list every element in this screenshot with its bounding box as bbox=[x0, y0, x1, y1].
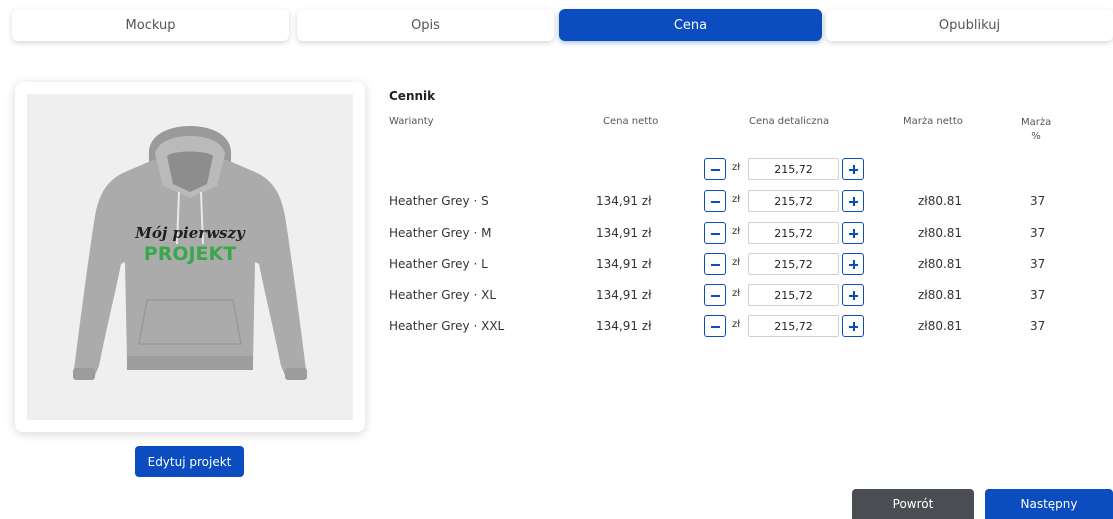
step-tabs: Mockup Opis Cena Opublikuj bbox=[0, 0, 1113, 50]
bulk-price-input[interactable] bbox=[748, 158, 839, 180]
print-text-line2: PROJEKT bbox=[144, 243, 236, 265]
row-net-margin: zł80.81 bbox=[918, 257, 963, 271]
tab-opublikuj[interactable]: Opublikuj bbox=[826, 9, 1113, 41]
row-net-margin: zł80.81 bbox=[918, 319, 963, 333]
row-net-price: 134,91 zł bbox=[596, 257, 652, 271]
row-currency: zł bbox=[732, 226, 741, 237]
row-net-margin: zł80.81 bbox=[918, 288, 963, 302]
row-variant: Heather Grey · XL bbox=[389, 288, 497, 302]
row-variant: Heather Grey · XXL bbox=[389, 319, 505, 333]
header-net-margin: Marża netto bbox=[903, 116, 963, 127]
next-button[interactable]: Następny bbox=[985, 489, 1113, 519]
row-decrease-button[interactable] bbox=[704, 190, 726, 212]
row-decrease-button[interactable] bbox=[704, 253, 726, 275]
row-increase-button[interactable] bbox=[842, 284, 864, 306]
row-decrease-button[interactable] bbox=[704, 222, 726, 244]
row-increase-button[interactable] bbox=[842, 222, 864, 244]
header-margin-pct-line1: Marża bbox=[1021, 117, 1052, 128]
edit-project-button[interactable]: Edytuj projekt bbox=[135, 446, 244, 477]
row-price-stepper: zł bbox=[704, 190, 864, 212]
row-decrease-button[interactable] bbox=[704, 284, 726, 306]
tab-mockup[interactable]: Mockup bbox=[12, 9, 289, 41]
row-price-input[interactable] bbox=[748, 315, 839, 337]
tab-opis[interactable]: Opis bbox=[297, 9, 554, 41]
minus-icon bbox=[711, 233, 720, 235]
row-margin-pct: 37 bbox=[1030, 257, 1046, 271]
row-price-stepper: zł bbox=[704, 253, 864, 275]
row-variant: Heather Grey · S bbox=[389, 194, 489, 208]
bulk-decrease-button[interactable] bbox=[704, 158, 726, 180]
row-net-price: 134,91 zł bbox=[596, 319, 652, 333]
back-button[interactable]: Powrót bbox=[852, 489, 974, 519]
row-increase-button[interactable] bbox=[842, 190, 864, 212]
row-currency: zł bbox=[732, 257, 741, 268]
hoodie-image: Mój pierwszy PROJEKT bbox=[73, 126, 307, 380]
row-currency: zł bbox=[732, 319, 741, 330]
bulk-increase-button[interactable] bbox=[842, 158, 864, 180]
minus-icon bbox=[711, 326, 720, 328]
header-net-price: Cena netto bbox=[603, 116, 659, 127]
row-variant: Heather Grey · L bbox=[389, 257, 488, 271]
mockup-preview: Mój pierwszy PROJEKT bbox=[27, 94, 353, 420]
row-increase-button[interactable] bbox=[842, 315, 864, 337]
pricing-title: Cennik bbox=[389, 89, 436, 103]
row-price-input[interactable] bbox=[748, 284, 839, 306]
row-price-stepper: zł bbox=[704, 222, 864, 244]
row-price-stepper: zł bbox=[704, 284, 864, 306]
row-net-margin: zł80.81 bbox=[918, 194, 963, 208]
print-text-line1: Mój pierwszy bbox=[134, 224, 246, 242]
minus-icon bbox=[711, 295, 720, 297]
row-price-input[interactable] bbox=[748, 190, 839, 212]
row-margin-pct: 37 bbox=[1030, 226, 1046, 240]
bulk-currency: zł bbox=[732, 162, 741, 173]
row-margin-pct: 37 bbox=[1030, 194, 1046, 208]
tab-cena[interactable]: Cena bbox=[559, 9, 822, 41]
row-margin-pct: 37 bbox=[1030, 288, 1046, 302]
row-price-stepper: zł bbox=[704, 315, 864, 337]
mockup-card: Mój pierwszy PROJEKT bbox=[15, 82, 365, 432]
row-margin-pct: 37 bbox=[1030, 319, 1046, 333]
header-margin-pct-line2: % bbox=[1031, 131, 1041, 142]
row-net-margin: zł80.81 bbox=[918, 226, 963, 240]
row-variant: Heather Grey · M bbox=[389, 226, 492, 240]
header-retail-price: Cena detaliczna bbox=[749, 116, 830, 127]
row-currency: zł bbox=[732, 288, 741, 299]
row-net-price: 134,91 zł bbox=[596, 288, 652, 302]
row-net-price: 134,91 zł bbox=[596, 194, 652, 208]
bulk-price-stepper: zł bbox=[704, 158, 864, 180]
minus-icon bbox=[711, 169, 720, 171]
header-margin-pct: Marża % bbox=[1021, 116, 1051, 144]
row-price-input[interactable] bbox=[748, 253, 839, 275]
minus-icon bbox=[711, 201, 720, 203]
minus-icon bbox=[711, 264, 720, 266]
row-decrease-button[interactable] bbox=[704, 315, 726, 337]
row-currency: zł bbox=[732, 194, 741, 205]
header-variants: Warianty bbox=[389, 116, 434, 127]
row-price-input[interactable] bbox=[748, 222, 839, 244]
row-increase-button[interactable] bbox=[842, 253, 864, 275]
row-net-price: 134,91 zł bbox=[596, 226, 652, 240]
